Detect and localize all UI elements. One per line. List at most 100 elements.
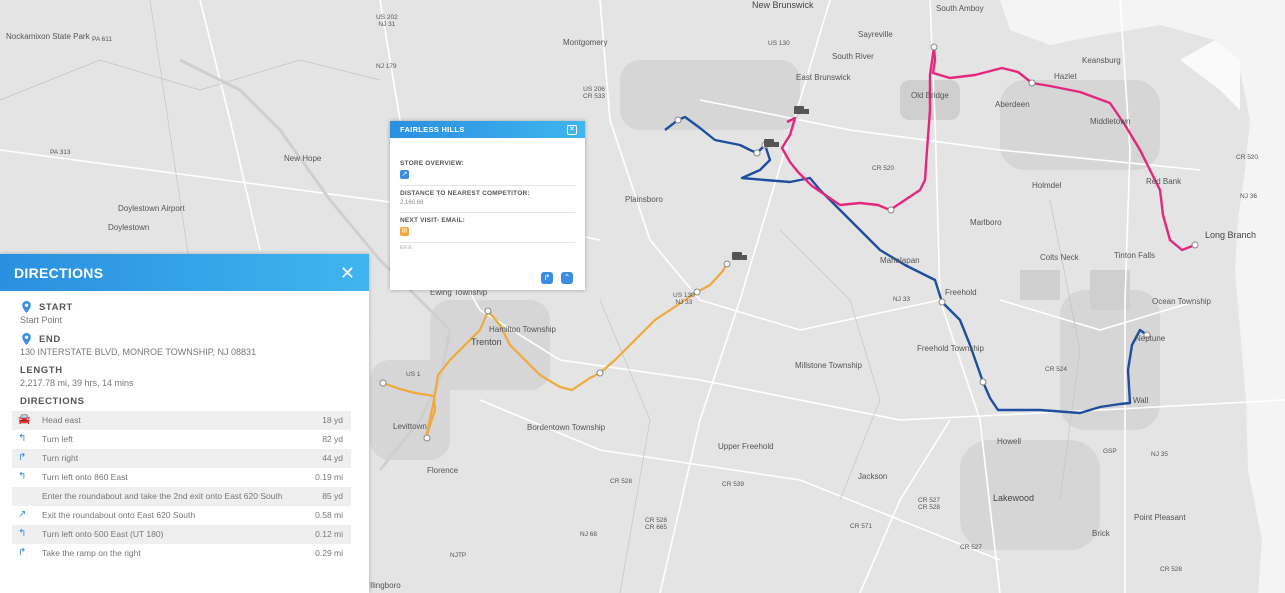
place-label: Levittown <box>393 422 427 431</box>
direction-step-text: Turn left onto 860 East <box>42 472 128 482</box>
place-label: Red Bank <box>1146 177 1182 186</box>
direction-step[interactable]: ↰ Turn left onto 860 East 0.19 mi <box>12 468 351 487</box>
external-link-icon[interactable]: ↗ <box>400 170 409 179</box>
place-label: Nockamixon State Park <box>6 32 90 41</box>
place-label: Manalapan <box>880 256 920 265</box>
direction-step-text: Turn right <box>42 453 79 463</box>
place-label: Long Branch <box>1205 230 1257 240</box>
next-visit-field: NEXT VISIT- EMAIL: ✉ <box>400 213 575 243</box>
directions-label: DIRECTIONS <box>20 396 85 407</box>
road-shield: US 202 NJ 31 <box>376 14 398 28</box>
direction-step[interactable]: Enter the roundabout and take the 2nd ex… <box>12 487 351 506</box>
email-icon[interactable]: ✉ <box>400 227 409 236</box>
road-shield: CR 528 CR 665 <box>645 517 668 531</box>
road-shield: CR 571 <box>850 523 873 530</box>
road-shield: NJTP <box>450 552 467 559</box>
place-label: Ilingboro <box>370 581 401 590</box>
place-label: Sayreville <box>858 30 893 39</box>
place-label: Trenton <box>471 337 502 347</box>
road-shield: NJ 33 <box>893 296 910 303</box>
road-shield: CR 528 <box>610 478 633 485</box>
place-label: Hamilton Township <box>489 325 556 334</box>
store-popup: FAIRLESS HILLS ✕ STORE OVERVIEW: ↗ DISTA… <box>390 121 585 290</box>
place-label: Lakewood <box>993 493 1035 503</box>
turn-left-icon: ↰ <box>18 528 27 539</box>
place-label: Colts Neck <box>1040 253 1079 262</box>
length-label: LENGTH <box>20 365 63 376</box>
directions-button-icon[interactable]: ↱ <box>541 272 553 284</box>
road-shield: US 130 NJ 33 <box>673 292 695 306</box>
direction-step-distance: 0.58 mi <box>315 510 343 520</box>
place-label: Point Pleasant <box>1134 513 1186 522</box>
place-label: Doylestown Airport <box>118 204 185 213</box>
distance-value: 2,160.68 <box>400 200 424 206</box>
directions-title: DIRECTIONS <box>14 264 104 281</box>
length-section: LENGTH 2,217.78 mi, 39 hrs, 14 mins <box>20 365 349 388</box>
place-label: Florence <box>427 466 459 475</box>
road-shield: CR 528 <box>1160 566 1183 573</box>
end-label: END <box>39 333 61 345</box>
place-label: Ocean Township <box>1152 297 1211 306</box>
direction-step[interactable]: ↰ Turn left onto 500 East (UT 180) 0.12 mi <box>12 525 351 544</box>
distance-field: DISTANCE TO NEAREST COMPETITOR: 2,160.68 <box>400 186 575 213</box>
road-shield: PA 611 <box>92 36 112 43</box>
road-shield: NJ 35 <box>1151 451 1168 458</box>
place-label: New Hope <box>284 154 322 163</box>
turn-left-icon: ↰ <box>18 471 27 482</box>
place-label: Marlboro <box>970 218 1002 227</box>
road-shield: CR 527 CR 528 <box>918 497 941 511</box>
road-shield: PA 313 <box>50 149 71 156</box>
place-label: Tinton Falls <box>1114 251 1156 260</box>
direction-step[interactable]: ↱ Turn right 44 yd <box>12 449 351 468</box>
place-label: Holmdel <box>1032 181 1062 190</box>
direction-step-distance: 85 yd <box>322 491 343 501</box>
road-shield: US 1 <box>406 371 421 378</box>
popup-title: FAIRLESS HILLS <box>400 125 465 134</box>
direction-step-distance: 82 yd <box>322 434 343 444</box>
end-section: END 130 INTERSTATE BLVD, MONROE TOWNSHIP… <box>20 333 349 357</box>
road-shield: NJ 36 <box>1240 193 1257 200</box>
road-shield: GSP <box>1103 448 1117 455</box>
road-shield: US 206 CR 533 <box>583 86 606 100</box>
place-label: Millstone Township <box>795 361 862 370</box>
navigate-up-icon[interactable]: ⌃ <box>561 272 573 284</box>
next-visit-label: NEXT VISIT- EMAIL: <box>400 217 465 224</box>
direction-step[interactable]: ↱ Take the ramp on the right 0.29 mi <box>12 544 351 563</box>
place-label: Upper Freehold <box>718 442 774 451</box>
location-pin-icon <box>22 333 31 345</box>
place-label: Freehold Township <box>917 344 985 353</box>
directions-steps-list: 🚘 Head east 18 yd ↰ Turn left 82 yd ↱ Turn righ… <box>12 411 351 563</box>
truncated-field-label: EN E: <box>400 245 414 251</box>
road-shield: US 130 <box>768 40 790 47</box>
road-shield: NJ 179 <box>376 63 397 70</box>
place-label: Howell <box>997 437 1022 446</box>
direction-step-distance: 0.12 mi <box>315 529 343 539</box>
start-value: Start Point <box>20 315 63 325</box>
start-label: START <box>39 301 73 313</box>
place-label: Jackson <box>858 472 888 481</box>
direction-step-text: Take the ramp on the right <box>42 548 141 558</box>
direction-step-text: Head east <box>42 415 81 425</box>
place-label: Doylestown <box>108 223 150 232</box>
place-label: Freehold <box>945 288 977 297</box>
place-label: Wall <box>1133 396 1149 405</box>
direction-step[interactable]: ↗ Exit the roundabout onto East 620 South… <box>12 506 351 525</box>
place-label: South Amboy <box>936 4 984 13</box>
popup-header: FAIRLESS HILLS ✕ <box>390 121 585 138</box>
close-icon[interactable]: ✕ <box>340 264 355 282</box>
car-icon: 🚘 <box>18 414 31 425</box>
popup-close-icon[interactable]: ✕ <box>567 124 577 135</box>
exit-roundabout-icon: ↗ <box>18 509 27 520</box>
place-label: Bordentown Township <box>527 423 606 432</box>
direction-step[interactable]: ↰ Turn left 82 yd <box>12 430 351 449</box>
place-label: Montgomery <box>563 38 608 47</box>
road-shield: CR 527 <box>960 544 983 551</box>
place-label: Aberdeen <box>995 100 1030 109</box>
direction-step[interactable]: 🚘 Head east 18 yd <box>12 411 351 430</box>
turn-right-icon: ↱ <box>18 452 27 463</box>
place-label: South River <box>832 52 874 61</box>
road-shield: CR 520 <box>1236 154 1259 161</box>
place-label: New Brunswick <box>752 0 814 10</box>
road-shield: CR 520 <box>872 165 895 172</box>
directions-header: DIRECTIONS ✕ <box>0 254 369 291</box>
